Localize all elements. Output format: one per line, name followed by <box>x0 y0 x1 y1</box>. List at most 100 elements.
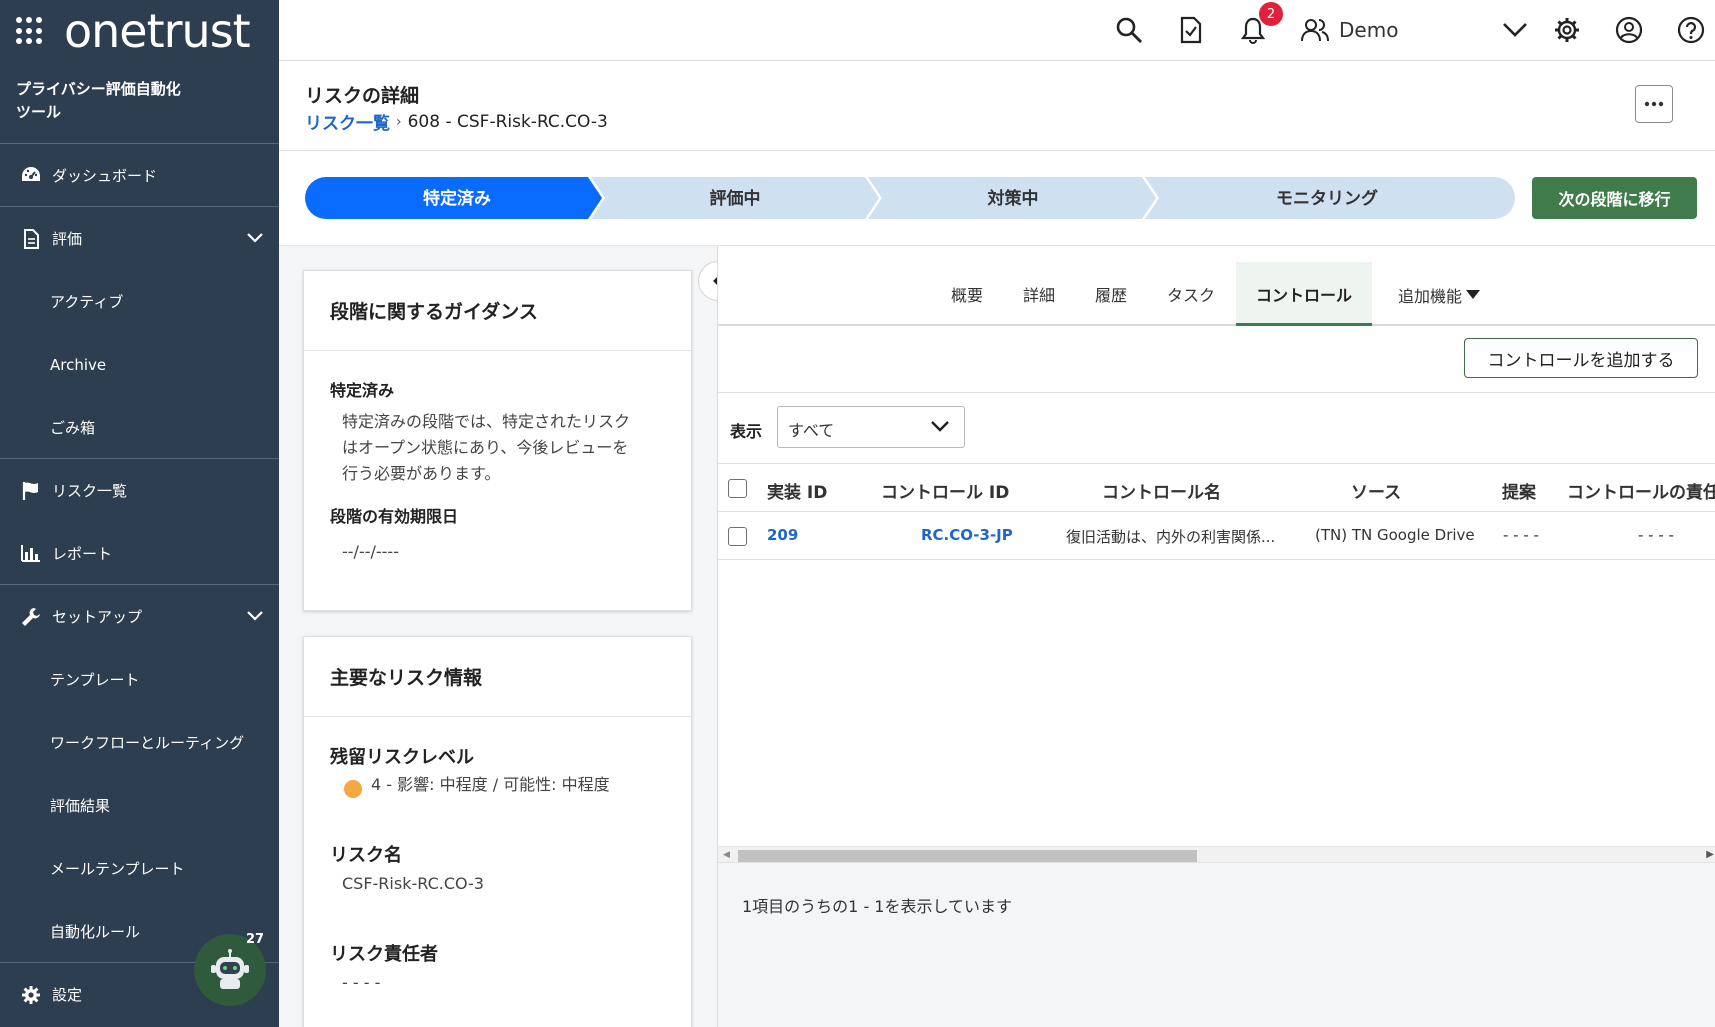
sidebar-item-active[interactable]: アクティブ <box>0 270 279 333</box>
filter-row: 表示 すべて <box>718 392 1715 464</box>
residual-risk-label: 残留リスクレベル <box>330 747 474 768</box>
filter-select-value: すべて <box>788 421 835 440</box>
sidebar-item-results[interactable]: 評価結果 <box>0 774 279 837</box>
sidebar-item-templates[interactable]: テンプレート <box>0 648 279 711</box>
more-features-label: 追加機能 <box>1398 287 1463 306</box>
sidebar-item-trash[interactable]: ごみ箱 <box>0 396 279 459</box>
scrollbar-thumb[interactable] <box>738 850 1197 862</box>
filter-label: 表示 <box>730 422 763 441</box>
guidance-card: 段階に関するガイダンス 特定済み 特定済みの段階では、特定されたリスク はオープ… <box>303 270 692 611</box>
sidebar-item-archive[interactable]: Archive <box>0 333 279 396</box>
owner-cell: - - - - <box>1638 526 1674 544</box>
brand-bar: onetrust <box>0 0 279 62</box>
stage-1-label: 特定済み <box>423 188 491 209</box>
stage-1[interactable]: 特定済み <box>305 177 602 219</box>
column-header-impl-id[interactable]: 実装 ID <box>767 478 827 503</box>
stage-4-label: モニタリング <box>1276 188 1378 209</box>
deadline-label: 段階の有効期限日 <box>330 507 459 526</box>
sidebar: onetrust プライバシー評価自動化 ツール ダッシュボード 評価 アクティ… <box>0 0 279 1027</box>
table-footer: 1項目のうちの1 - 1を表示しています <box>718 862 1715 1027</box>
horizontal-scrollbar[interactable]: ◀ ▶ <box>718 846 1715 862</box>
breadcrumb-current: 608 - CSF-Risk-RC.CO-3 <box>407 111 608 132</box>
guidance-stage-text: 特定済みの段階では、特定されたリスク はオープン状態にあり、今後レビューを 行う… <box>342 409 630 487</box>
control-id-link[interactable]: RC.CO-3-JP <box>921 526 1013 544</box>
sidebar-item-risk-list[interactable]: リスク一覧 <box>0 459 279 522</box>
search-icon[interactable] <box>1113 14 1145 46</box>
sidebar-item-label: メールテンプレート <box>50 860 185 878</box>
column-header-control-owner[interactable]: コントロールの責任 <box>1567 478 1715 503</box>
onetrust-logo[interactable]: onetrust <box>64 8 251 54</box>
sidebar-item-email-templates[interactable]: メールテンプレート <box>0 837 279 900</box>
user-name[interactable]: Demo <box>1339 18 1398 42</box>
tab-more-features[interactable]: 追加機能 <box>1398 283 1481 307</box>
scroll-right-arrow-icon[interactable]: ▶ <box>1706 849 1714 860</box>
chevron-down-icon[interactable] <box>247 607 263 625</box>
account-icon[interactable] <box>1613 14 1645 46</box>
chevron-down-icon[interactable] <box>1499 14 1531 46</box>
chevron-down-icon <box>930 417 950 436</box>
app-launcher-icon[interactable] <box>16 17 44 45</box>
table-row: 209 RC.CO-3-JP 復旧活動は、内外の利害関係... (TN) TN … <box>718 512 1715 560</box>
stage-2[interactable]: 評価中 <box>591 177 879 219</box>
stage-3[interactable]: 対策中 <box>868 177 1156 219</box>
next-stage-button[interactable]: 次の段階に移行 <box>1532 177 1697 219</box>
filter-select[interactable]: すべて <box>777 406 965 448</box>
stage-progress: 特定済み 評価中 対策中 モニタリング <box>305 177 1515 219</box>
task-document-icon[interactable] <box>1175 14 1207 46</box>
sidebar-item-label: レポート <box>52 544 113 563</box>
tab-history[interactable]: 履歴 <box>1095 282 1127 306</box>
sidebar-item-setup[interactable]: セットアップ <box>0 585 279 648</box>
chevron-down-icon[interactable] <box>247 229 263 247</box>
product-name-line2: ツール <box>16 103 62 121</box>
sidebar-item-assessments[interactable]: 評価 <box>0 207 279 270</box>
users-icon[interactable] <box>1299 14 1331 46</box>
select-all-checkbox[interactable] <box>728 479 747 498</box>
column-header-control-id[interactable]: コントロール ID <box>881 478 1009 503</box>
scroll-left-arrow-icon[interactable]: ◀ <box>723 850 730 860</box>
source-cell: (TN) TN Google Drive <box>1315 526 1475 544</box>
sidebar-item-reports[interactable]: レポート <box>0 522 279 585</box>
sidebar-item-label: アクティブ <box>50 293 124 311</box>
sidebar-item-label: Archive <box>50 355 107 374</box>
risk-name-label: リスク名 <box>330 845 402 866</box>
caret-down-icon <box>1466 290 1481 299</box>
tab-details[interactable]: 詳細 <box>1023 282 1055 306</box>
column-header-source[interactable]: ソース <box>1351 478 1401 503</box>
risk-name-value: CSF-Risk-RC.CO-3 <box>342 874 484 893</box>
app-root: onetrust プライバシー評価自動化 ツール ダッシュボード 評価 アクティ… <box>0 0 1715 1027</box>
tab-controls[interactable]: コントロール <box>1236 262 1373 326</box>
sidebar-item-label: セットアップ <box>52 608 143 626</box>
more-actions-button[interactable] <box>1635 85 1673 123</box>
tab-bar: 概要 詳細 履歴 タスク コントロール 追加機能 <box>718 246 1715 326</box>
guidance-text-line: 特定済みの段階では、特定されたリスク <box>342 412 631 431</box>
help-icon[interactable] <box>1675 14 1707 46</box>
guidance-stage-label: 特定済み <box>330 381 395 400</box>
sidebar-item-workflow[interactable]: ワークフローとルーティング <box>0 711 279 774</box>
sidebar-item-label: ダッシュボード <box>52 166 158 185</box>
sidebar-item-label: 設定 <box>52 986 83 1004</box>
gear-icon[interactable] <box>1551 14 1583 46</box>
sidebar-item-dashboard[interactable]: ダッシュボード <box>0 144 279 207</box>
risk-owner-value: - - - - <box>342 973 381 992</box>
stage-3-label: 対策中 <box>987 188 1039 209</box>
column-header-proposal[interactable]: 提案 <box>1502 478 1536 503</box>
assistant-badge: 27 <box>246 932 265 947</box>
page-header: リスクの詳細 リスク一覧 › 608 - CSF-Risk-RC.CO-3 <box>279 61 1715 151</box>
breadcrumb: リスク一覧 › 608 - CSF-Risk-RC.CO-3 <box>305 109 608 135</box>
column-header-control-name[interactable]: コントロール名 <box>1102 478 1221 503</box>
wrench-icon <box>20 606 42 628</box>
risk-info-title: 主要なリスク情報 <box>304 637 691 717</box>
breadcrumb-link-risk-list[interactable]: リスク一覧 <box>305 109 390 134</box>
row-checkbox[interactable] <box>728 527 747 546</box>
bar-chart-icon <box>20 542 42 564</box>
tab-overview[interactable]: 概要 <box>951 282 983 306</box>
stage-4[interactable]: モニタリング <box>1145 177 1515 219</box>
dashboard-icon <box>20 164 42 186</box>
main-panel: 概要 詳細 履歴 タスク コントロール 追加機能 コントロールを追加する 表示 … <box>717 246 1715 1027</box>
gear-icon <box>20 984 42 1006</box>
impl-id-link[interactable]: 209 <box>767 526 798 544</box>
risk-info-card: 主要なリスク情報 残留リスクレベル 4 - 影響: 中程度 / 可能性: 中程度… <box>303 636 692 1027</box>
top-bar: 2 Demo <box>279 0 1715 61</box>
tab-tasks[interactable]: タスク <box>1167 282 1215 306</box>
add-control-button[interactable]: コントロールを追加する <box>1464 338 1698 378</box>
